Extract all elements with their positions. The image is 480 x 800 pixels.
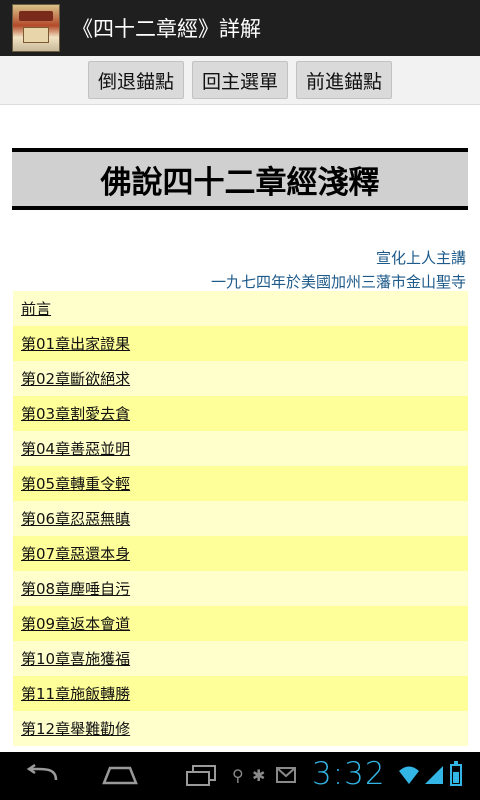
chapter-link[interactable]: 第05章轉重令輕 (21, 473, 130, 494)
list-item: 第04章善惡並明 (13, 431, 468, 466)
system-bar: ⚲ ✱ 3:32 (0, 752, 480, 800)
anchor-toolbar: 倒退錨點 回主選單 前進錨點 (0, 56, 480, 105)
chapter-link[interactable]: 第08章塵唾自污 (21, 578, 130, 599)
list-item: 第10章喜施獲福 (13, 641, 468, 676)
chapter-list: 前言 第01章出家證果 第02章斷欲絕求 第03章割愛去貪 第04章善惡並明 第… (13, 291, 468, 746)
list-item: 前言 (13, 291, 468, 326)
temple-icon[interactable] (12, 4, 60, 52)
main-menu-button[interactable]: 回主選單 (191, 61, 288, 99)
sutra-title-banner: 佛說四十二章經淺釋 (12, 148, 468, 210)
battery-icon (450, 761, 462, 786)
list-item: 第12章舉難勸修 (13, 711, 468, 746)
signal-icon (425, 766, 443, 784)
chapter-link[interactable]: 第01章出家證果 (21, 333, 130, 354)
debug-icon: ✱ (252, 766, 266, 785)
back-icon[interactable] (22, 764, 62, 786)
chapter-link[interactable]: 第12章舉難勸修 (21, 718, 130, 739)
lecturer-credit: 宣化上人主講 (375, 249, 466, 267)
chapter-link[interactable]: 第06章忍惡無瞋 (21, 508, 130, 529)
gmail-icon (276, 767, 296, 783)
back-anchor-button[interactable]: 倒退錨點 (87, 61, 184, 99)
app-title: 《四十二章經》詳解 (72, 17, 261, 41)
forward-anchor-button[interactable]: 前進錨點 (296, 61, 393, 99)
list-item: 第02章斷欲絕求 (13, 361, 468, 396)
list-item: 第05章轉重令輕 (13, 466, 468, 501)
usb-icon: ⚲ (232, 766, 244, 785)
list-item: 第11章施飯轉勝 (13, 676, 468, 711)
chapter-link[interactable]: 第10章喜施獲福 (21, 648, 130, 669)
list-item: 第06章忍惡無瞋 (13, 501, 468, 536)
chapter-link[interactable]: 第11章施飯轉勝 (21, 683, 130, 704)
list-item: 第01章出家證果 (13, 326, 468, 361)
wifi-icon (399, 766, 419, 784)
chapter-link[interactable]: 第07章惡還本身 (21, 543, 130, 564)
chapter-link[interactable]: 第04章善惡並明 (21, 438, 130, 459)
chapter-link[interactable]: 前言 (21, 298, 51, 319)
clock: 3:32 (312, 756, 386, 792)
list-item: 第07章惡還本身 (13, 536, 468, 571)
action-bar: 《四十二章經》詳解 (0, 0, 480, 56)
list-item: 第08章塵唾自污 (13, 571, 468, 606)
sutra-title: 佛說四十二章經淺釋 (100, 164, 380, 201)
home-icon[interactable] (100, 764, 140, 786)
chapter-link[interactable]: 第03章割愛去貪 (21, 403, 130, 424)
venue-credit: 一九七四年於美國加州三藩市金山聖寺 (210, 273, 466, 291)
content-area[interactable]: 佛說四十二章經淺釋 宣化上人主講 一九七四年於美國加州三藩市金山聖寺 前言 第0… (0, 105, 480, 752)
chapter-link[interactable]: 第09章返本會道 (21, 613, 130, 634)
recent-apps-icon[interactable] (183, 764, 223, 786)
chapter-link[interactable]: 第02章斷欲絕求 (21, 368, 130, 389)
list-item: 第03章割愛去貪 (13, 396, 468, 431)
list-item: 第09章返本會道 (13, 606, 468, 641)
